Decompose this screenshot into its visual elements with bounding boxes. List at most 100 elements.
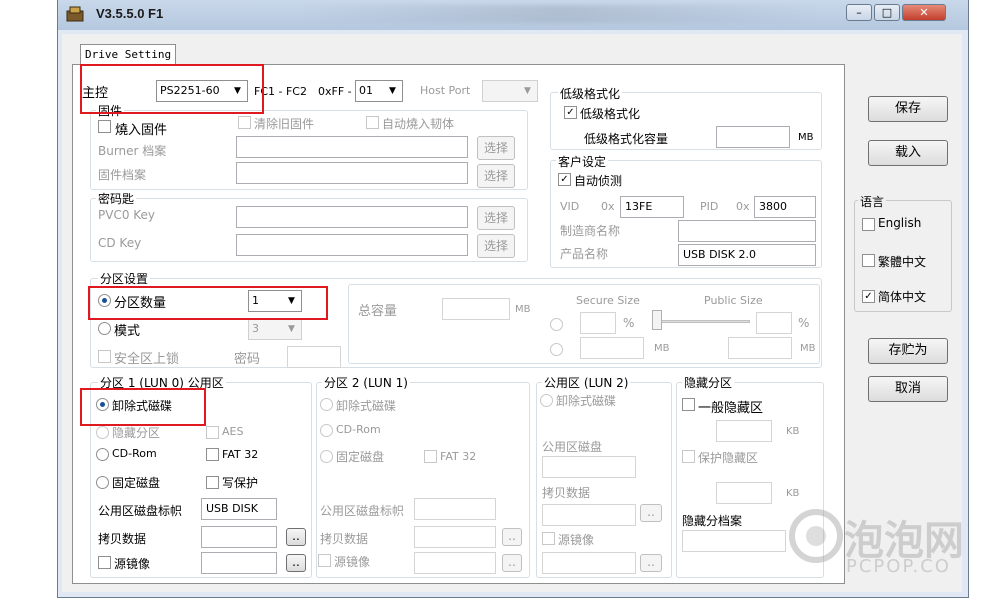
close-button[interactable]: ✕ <box>902 4 946 21</box>
chevron-down-icon: ▼ <box>389 86 396 96</box>
public-copy-browse-button[interactable]: .. <box>640 504 662 522</box>
general-hidden-input[interactable] <box>716 420 772 442</box>
p2-source-image-checkbox[interactable] <box>318 554 331 567</box>
total-capacity-unit: MB <box>515 304 531 315</box>
size-slider-thumb[interactable] <box>652 310 662 330</box>
host-port-label: Host Port <box>420 84 471 97</box>
burner-file-input[interactable] <box>236 136 468 158</box>
low-format-title: 低级格式化 <box>558 85 623 102</box>
public-disk-label: 公用区磁盘 <box>542 440 603 454</box>
p1-source-browse-button[interactable]: .. <box>286 554 306 572</box>
p1-copy-data-input[interactable] <box>201 526 277 548</box>
cancel-button[interactable]: 取消 <box>868 376 948 402</box>
p1-aes-checkbox[interactable] <box>206 426 219 439</box>
p1-copy-browse-button[interactable]: .. <box>286 528 306 546</box>
pvc0-key-input[interactable] <box>236 206 468 228</box>
vid-input[interactable]: 13FE <box>620 196 684 218</box>
public-removable-radio[interactable] <box>540 394 553 407</box>
protect-hidden-checkbox[interactable] <box>682 450 695 463</box>
host-port-select[interactable]: ▼ <box>482 80 538 102</box>
pvc0-browse-button[interactable]: 选择 <box>477 206 515 230</box>
english-checkbox[interactable] <box>862 218 875 231</box>
public-source-browse-button[interactable]: .. <box>640 554 662 572</box>
clear-old-firmware-checkbox[interactable] <box>238 116 251 129</box>
secure-percent-sign: % <box>623 316 635 330</box>
p1-fat32-checkbox[interactable] <box>206 448 219 461</box>
auto-detect-checkbox[interactable]: ✓ <box>558 173 571 186</box>
auto-detect-label: 自动侦测 <box>574 174 623 188</box>
p2-cdrom-radio[interactable] <box>320 424 333 437</box>
chevron-down-icon: ▼ <box>288 324 295 334</box>
mode-label: 模式 <box>114 324 141 339</box>
low-format-capacity-input[interactable] <box>716 126 790 148</box>
secure-percent-radio[interactable] <box>550 318 563 331</box>
maximize-icon: □ <box>881 6 893 19</box>
manufacturer-label: 制造商名称 <box>560 224 621 238</box>
pid-input[interactable]: 3800 <box>754 196 816 218</box>
product-name-input[interactable]: USB DISK 2.0 <box>678 244 816 266</box>
minimize-button[interactable]: – <box>846 4 872 21</box>
p2-fixed-radio[interactable] <box>320 450 333 463</box>
public-source-image-input[interactable] <box>542 552 636 574</box>
p2-fat32-label: FAT 32 <box>440 450 477 463</box>
simplified-chinese-checkbox[interactable]: ✓ <box>862 290 875 303</box>
total-capacity-label: 总容量 <box>358 304 398 319</box>
p2-copy-data-input[interactable] <box>414 526 496 548</box>
general-hidden-checkbox[interactable] <box>682 398 695 411</box>
burn-firmware-checkbox[interactable] <box>98 120 111 133</box>
hidden-file-input[interactable] <box>682 530 786 552</box>
cd-key-label: CD Key <box>98 236 142 250</box>
secure-percent-input[interactable] <box>580 312 616 334</box>
burn-firmware-label: 燒入固件 <box>115 123 168 138</box>
save-as-button[interactable]: 存贮为 <box>868 338 948 364</box>
manufacturer-input[interactable] <box>678 220 816 242</box>
p1-source-image-input[interactable] <box>201 552 277 574</box>
p2-removable-radio[interactable] <box>320 398 333 411</box>
public-mb-input[interactable] <box>728 337 792 359</box>
public-disk-input[interactable] <box>542 456 636 478</box>
load-button[interactable]: 载入 <box>868 140 948 166</box>
protect-hidden-input[interactable] <box>716 482 772 504</box>
p1-hidden-radio[interactable] <box>96 426 109 439</box>
mode-radio[interactable] <box>98 322 111 335</box>
firmware-browse-button[interactable]: 选择 <box>477 164 515 188</box>
p1-source-image-checkbox[interactable] <box>98 556 111 569</box>
p1-cdrom-radio[interactable] <box>96 448 109 461</box>
secure-password-input[interactable] <box>287 346 341 368</box>
p1-fixed-radio[interactable] <box>96 476 109 489</box>
cd-key-input[interactable] <box>236 234 468 256</box>
english-label: English <box>878 216 922 230</box>
protect-hidden-label: 保护隐藏区 <box>698 451 759 465</box>
maximize-button[interactable]: □ <box>874 4 900 21</box>
p2-source-browse-button[interactable]: .. <box>502 554 522 572</box>
firmware-file-input[interactable] <box>236 162 468 184</box>
p2-fat32-checkbox[interactable] <box>424 450 437 463</box>
secure-lock-checkbox[interactable] <box>98 350 111 363</box>
low-format-checkbox[interactable]: ✓ <box>564 106 577 119</box>
p2-cdrom-label: CD-Rom <box>336 423 381 436</box>
tab-drive-setting[interactable]: Drive Setting <box>80 44 176 66</box>
p2-volume-input[interactable] <box>414 498 496 520</box>
password-title: 密码匙 <box>96 190 137 207</box>
traditional-chinese-checkbox[interactable] <box>862 254 875 267</box>
cd-key-browse-button[interactable]: 选择 <box>477 234 515 258</box>
secure-mb-radio[interactable] <box>550 343 563 356</box>
low-format-label: 低级格式化 <box>580 107 641 121</box>
p1-write-protect-checkbox[interactable] <box>206 476 219 489</box>
public-percent-input[interactable] <box>756 312 792 334</box>
p1-volume-input[interactable]: USB DISK <box>201 498 277 520</box>
public-copy-data-input[interactable] <box>542 504 636 526</box>
ff-select[interactable]: 01 ▼ <box>355 80 403 102</box>
p2-source-image-input[interactable] <box>414 552 496 574</box>
public-source-image-checkbox[interactable] <box>542 532 555 545</box>
p1-hidden-label: 隐藏分区 <box>112 426 161 440</box>
auto-burn-checkbox[interactable] <box>366 116 379 129</box>
mode-select[interactable]: 3 ▼ <box>248 318 302 340</box>
burner-browse-button[interactable]: 选择 <box>477 136 515 160</box>
p2-copy-browse-button[interactable]: .. <box>502 528 522 546</box>
total-capacity-input[interactable] <box>442 298 510 320</box>
secure-mb-input[interactable] <box>580 337 644 359</box>
p2-fixed-label: 固定磁盘 <box>336 450 385 464</box>
save-button[interactable]: 保存 <box>868 96 948 122</box>
size-slider-track[interactable] <box>660 320 750 323</box>
